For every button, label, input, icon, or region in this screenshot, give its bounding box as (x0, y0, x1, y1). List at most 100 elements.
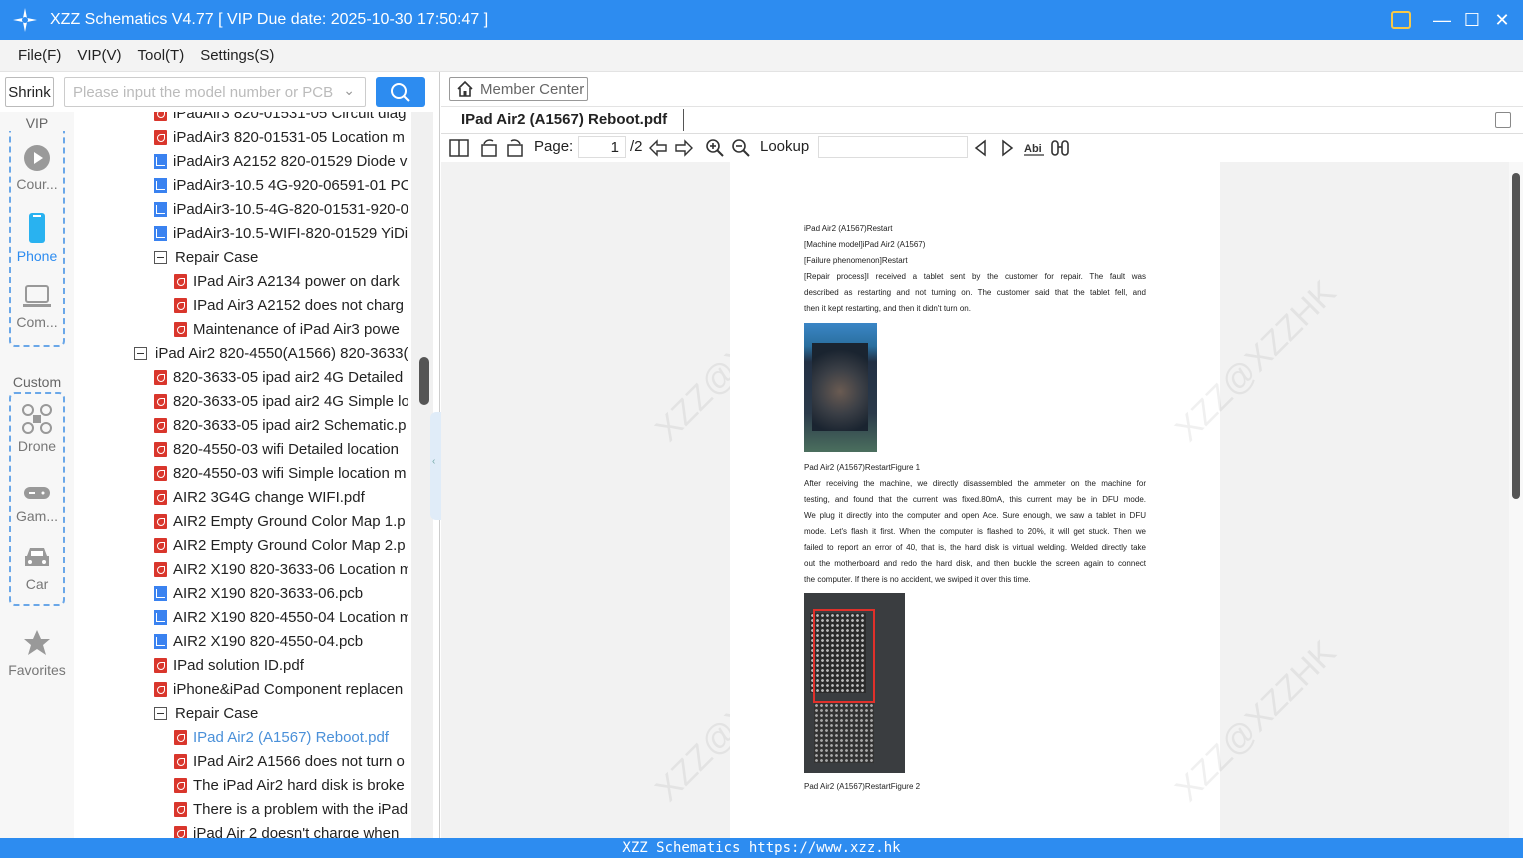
figure-1-caption: Pad Air2 (A1567)RestartFigure 1 (804, 463, 921, 472)
tree-file[interactable]: iPadAir3 820-01531-05 Location m (154, 125, 408, 149)
nav-gaming[interactable]: Gam... (0, 482, 74, 524)
tree-folder[interactable]: Repair Case (154, 245, 408, 269)
chevron-down-icon[interactable]: ⌄ (343, 82, 355, 99)
tree-file[interactable]: IPad Air2 (A1567) Reboot.pdf (174, 725, 408, 749)
tree-file[interactable]: iPad Air 2 doesn't charge when (174, 821, 408, 838)
tree-item-label: iPadAir3-10.5-WIFI-820-01529 YiDi (173, 224, 408, 242)
tree-file[interactable]: iPadAir3 820-01531-05 Circuit diag (154, 112, 408, 125)
collapse-toggle-icon[interactable] (134, 346, 147, 360)
tree-item-label: IPad Air3 A2152 does not charg (193, 296, 404, 314)
nav-car-label: Car (25, 576, 49, 592)
zoom-out-icon[interactable] (731, 138, 751, 158)
tree-file[interactable]: 820-4550-03 wifi Simple location m (154, 461, 408, 485)
tree-folder[interactable]: Repair Case (154, 701, 408, 725)
menu-tool[interactable]: Tool(T) (138, 47, 185, 64)
lookup-label: Lookup (760, 138, 810, 155)
rotate-left-icon[interactable] (479, 138, 499, 158)
tree-file[interactable]: AIR2 Empty Ground Color Map 2.p (154, 533, 408, 557)
custom-group-label: Custom (0, 374, 74, 390)
pdf-file-icon (174, 321, 187, 337)
pdf-file-icon (154, 465, 167, 481)
pdf-file-icon (174, 777, 187, 793)
tree-file[interactable]: AIR2 X190 820-3633-06 Location m (154, 557, 408, 581)
shrink-button[interactable]: Shrink (5, 77, 54, 107)
tree-file[interactable]: 820-4550-03 wifi Detailed location (154, 437, 408, 461)
tree-file[interactable]: 820-3633-05 ipad air2 4G Detailed (154, 365, 408, 389)
model-search-input[interactable]: Please input the model number or PCB ⌄ (64, 77, 366, 107)
tree-item-label: IPad Air3 A2134 power on dark (193, 272, 400, 290)
chevron-left-icon: ‹ (432, 456, 436, 467)
tree-item-label: iPad Air2 820-4550(A1566) 820-3633( (155, 344, 408, 362)
rotate-right-icon[interactable] (505, 138, 525, 158)
pdf-file-icon (154, 369, 167, 385)
tab-document[interactable]: IPad Air2 (A1567) Reboot.pdf (461, 111, 667, 128)
menu-file[interactable]: File(F) (18, 47, 61, 64)
pdf-file-icon (174, 801, 187, 817)
match-case-icon[interactable]: Abi (1023, 138, 1045, 158)
nav-phone[interactable]: Phone (0, 212, 74, 264)
find-next-icon[interactable] (997, 138, 1017, 158)
nav-car[interactable]: Car (0, 544, 74, 592)
nav-computer[interactable]: Com... (0, 284, 74, 330)
tree-file[interactable]: 820-3633-05 ipad air2 4G Simple lo (154, 389, 408, 413)
two-page-view-icon[interactable] (449, 138, 469, 158)
menu-vip[interactable]: VIP(V) (77, 47, 121, 64)
tree-file[interactable]: AIR2 X190 820-4550-04 Location m (154, 605, 408, 629)
page-total: /2 (630, 138, 643, 155)
tree-file[interactable]: 820-3633-05 ipad air2 Schematic.p (154, 413, 408, 437)
tree-file[interactable]: IPad Air3 A2152 does not charg (174, 293, 408, 317)
nav-courses[interactable]: Cour... (0, 144, 74, 192)
tree-item-label: iPadAir3 820-01531-05 Circuit diag (173, 112, 407, 122)
tree-file[interactable]: IPad solution ID.pdf (154, 653, 408, 677)
tree-file[interactable]: iPadAir3-10.5-WIFI-820-01529 YiDi (154, 221, 408, 245)
minimize-button[interactable]: — (1433, 11, 1451, 29)
tree-file[interactable]: Maintenance of iPad Air3 powe (174, 317, 408, 341)
close-tabs-icon[interactable] (1495, 112, 1511, 128)
member-center-button[interactable]: Member Center (449, 77, 588, 101)
left-pane: Shrink Please input the model number or … (0, 72, 442, 838)
collapse-toggle-icon[interactable] (154, 706, 167, 720)
title-bar: XZZ Schematics V4.77 [ VIP Due date: 202… (0, 0, 1523, 40)
tree-file[interactable]: iPadAir3-10.5 4G-920-06591-01 PC (154, 173, 408, 197)
page-number-input[interactable]: 1 (578, 136, 626, 158)
tree-file[interactable]: AIR2 X190 820-3633-06.pcb (154, 581, 408, 605)
tree-file[interactable]: AIR2 Empty Ground Color Map 1.p (154, 509, 408, 533)
maximize-button[interactable]: ☐ (1463, 11, 1481, 29)
doc-line: [Repair process]I received a tablet sent… (804, 272, 1146, 281)
tree-file[interactable]: iPhone&iPad Component replacen (154, 677, 408, 701)
menu-settings[interactable]: Settings(S) (200, 47, 274, 64)
nav-drone[interactable]: Drone (0, 404, 74, 454)
zoom-in-icon[interactable] (705, 138, 725, 158)
collapse-toggle-icon[interactable] (154, 250, 167, 264)
vip-badge-icon[interactable] (1391, 11, 1411, 29)
pdf-file-icon (154, 513, 167, 529)
find-all-icon[interactable] (1050, 138, 1070, 158)
doc-line: out the motherboard and redo the hard di… (804, 559, 1146, 568)
tree-file[interactable]: iPadAir3 A2152 820-01529 Diode v (154, 149, 408, 173)
find-previous-icon[interactable] (971, 138, 991, 158)
tree-file[interactable]: There is a problem with the iPad (174, 797, 408, 821)
doc-line: mode. Let's flash it first. When the com… (804, 527, 1146, 536)
tree-item-label: Maintenance of iPad Air3 powe (193, 320, 400, 338)
tree-item-label: iPadAir3 820-01531-05 Location m (173, 128, 405, 146)
tree-file[interactable]: IPad Air2 A1566 does not turn o (174, 749, 408, 773)
tree-item-label: iPadAir3-10.5 4G-920-06591-01 PC (173, 176, 408, 194)
search-placeholder: Please input the model number or PCB (73, 84, 334, 101)
document-scrollbar-thumb[interactable] (1512, 173, 1520, 499)
tree-file[interactable]: IPad Air3 A2134 power on dark (174, 269, 408, 293)
next-page-icon[interactable] (674, 138, 694, 158)
pdf-viewer[interactable]: XZZ@XZZHK XZZ@XZZHK iPad Air2 (A1567)Res… (441, 162, 1523, 838)
tree-scrollbar-thumb[interactable] (419, 357, 429, 405)
lookup-input[interactable] (818, 136, 968, 158)
tree-file[interactable]: AIR2 3G4G change WIFI.pdf (154, 485, 408, 509)
tree-item-label: IPad solution ID.pdf (173, 656, 304, 674)
tree-file[interactable]: The iPad Air2 hard disk is broke (174, 773, 408, 797)
tree-folder[interactable]: iPad Air2 820-4550(A1566) 820-3633( (134, 341, 408, 365)
tree-file[interactable]: AIR2 X190 820-4550-04.pcb (154, 629, 408, 653)
search-button[interactable] (376, 77, 425, 107)
tree-item-label: 820-3633-05 ipad air2 4G Detailed (173, 368, 404, 386)
tree-file[interactable]: iPadAir3-10.5-4G-820-01531-920-0 (154, 197, 408, 221)
nav-favorites[interactable]: Favorites (0, 628, 74, 678)
close-button[interactable]: ✕ (1493, 11, 1511, 29)
previous-page-icon[interactable] (648, 138, 668, 158)
